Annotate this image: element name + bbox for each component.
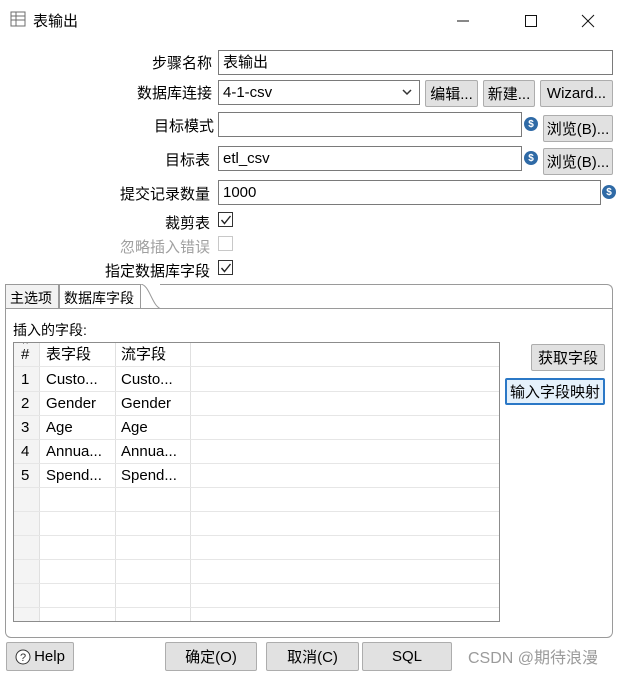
- target-table-label: 目标表: [164, 152, 210, 169]
- db-connection-label: 数据库连接: [136, 85, 212, 102]
- table-row[interactable]: 5 Spend... Spend...: [14, 464, 499, 488]
- svg-text:?: ?: [20, 652, 26, 664]
- checkmark-icon: [220, 215, 231, 225]
- table-field-cell[interactable]: Spend...: [41, 464, 115, 488]
- target-table-field[interactable]: etl_csv: [218, 146, 522, 171]
- header-num[interactable]: ^ #: [16, 343, 40, 367]
- row-number: 1: [21, 371, 30, 388]
- empty-row: [14, 584, 499, 608]
- variable-icon: $: [524, 117, 538, 131]
- fields-heading: 插入的字段:: [13, 322, 87, 338]
- target-schema-label: 目标模式: [153, 118, 214, 135]
- row-number: 2: [21, 395, 30, 412]
- watermark: CSDN @期待浪漫: [468, 650, 599, 667]
- truncate-table-checkbox[interactable]: [218, 212, 233, 227]
- table-row[interactable]: 1 Custo... Custo...: [14, 368, 499, 392]
- ignore-errors-label: 忽略插入错误: [119, 239, 210, 256]
- empty-row: [14, 512, 499, 536]
- stream-field-cell[interactable]: Spend...: [116, 464, 190, 488]
- variable-icon: $: [524, 151, 538, 165]
- ignore-errors-checkbox[interactable]: [218, 236, 233, 251]
- new-connection-button[interactable]: 新建...: [483, 80, 535, 107]
- fields-table[interactable]: ^ # 表字段 流字段 1 Custo... Custo... 2 Gender…: [13, 342, 500, 622]
- header-table-field[interactable]: 表字段: [41, 343, 115, 367]
- tab-main-options[interactable]: 主选项: [5, 284, 59, 309]
- specify-db-fields-label: 指定数据库字段: [104, 263, 210, 280]
- row-number: 4: [21, 443, 30, 460]
- tab-db-fields[interactable]: 数据库字段: [59, 284, 141, 310]
- ok-button[interactable]: 确定(O): [165, 642, 257, 671]
- variable-icon: $: [602, 185, 616, 199]
- table-output-icon: [10, 11, 26, 27]
- table-header: ^ # 表字段 流字段: [14, 343, 499, 367]
- row-number: 5: [21, 467, 30, 484]
- get-fields-button[interactable]: 获取字段: [531, 344, 605, 371]
- commit-size-field[interactable]: 1000: [218, 180, 601, 205]
- chevron-down-icon: [401, 84, 413, 104]
- browse-table-button[interactable]: 浏览(B)...: [543, 148, 613, 175]
- stream-field-cell[interactable]: Gender: [116, 392, 190, 416]
- edit-connection-button[interactable]: 编辑...: [425, 80, 478, 107]
- commit-size-label: 提交记录数量: [119, 186, 210, 203]
- close-icon[interactable]: [565, 4, 611, 38]
- stream-field-cell[interactable]: Age: [116, 416, 190, 440]
- help-icon: ?: [15, 649, 31, 664]
- empty-row: [14, 488, 499, 512]
- browse-schema-button[interactable]: 浏览(B)...: [543, 115, 613, 142]
- stream-field-cell[interactable]: Custo...: [116, 368, 190, 392]
- cancel-button[interactable]: 取消(C): [266, 642, 359, 671]
- target-schema-field[interactable]: [218, 112, 522, 137]
- sort-icon: ^: [23, 343, 28, 350]
- help-button[interactable]: ? Help: [6, 642, 74, 671]
- empty-row: [14, 560, 499, 584]
- map-fields-button[interactable]: 输入字段映射: [505, 378, 605, 405]
- db-connection-select[interactable]: 4-1-csv: [218, 80, 420, 105]
- step-name-label: 步骤名称: [151, 55, 212, 72]
- table-field-cell[interactable]: Age: [41, 416, 115, 440]
- wizard-button[interactable]: Wizard...: [540, 80, 613, 107]
- row-number: 3: [21, 419, 30, 436]
- table-row[interactable]: 3 Age Age: [14, 416, 499, 440]
- db-connection-value: 4-1-csv: [223, 84, 273, 101]
- table-row[interactable]: 4 Annua... Annua...: [14, 440, 499, 464]
- window-title: 表输出: [33, 13, 79, 30]
- header-stream-field[interactable]: 流字段: [116, 343, 190, 367]
- truncate-table-label: 裁剪表: [164, 215, 210, 232]
- specify-db-fields-checkbox[interactable]: [218, 260, 233, 275]
- empty-row: [14, 536, 499, 560]
- checkmark-icon: [220, 263, 231, 273]
- sql-button[interactable]: SQL: [362, 642, 452, 671]
- help-label: Help: [34, 648, 65, 665]
- maximize-icon[interactable]: [508, 4, 554, 38]
- table-field-cell[interactable]: Gender: [41, 392, 115, 416]
- table-field-cell[interactable]: Annua...: [41, 440, 115, 464]
- table-row[interactable]: 2 Gender Gender: [14, 392, 499, 416]
- title-bar: 表输出: [0, 0, 620, 42]
- stream-field-cell[interactable]: Annua...: [116, 440, 190, 464]
- tab-strip-border: [160, 284, 613, 309]
- table-field-cell[interactable]: Custo...: [41, 368, 115, 392]
- step-name-field[interactable]: 表输出: [218, 50, 613, 75]
- minimize-icon[interactable]: [440, 4, 486, 38]
